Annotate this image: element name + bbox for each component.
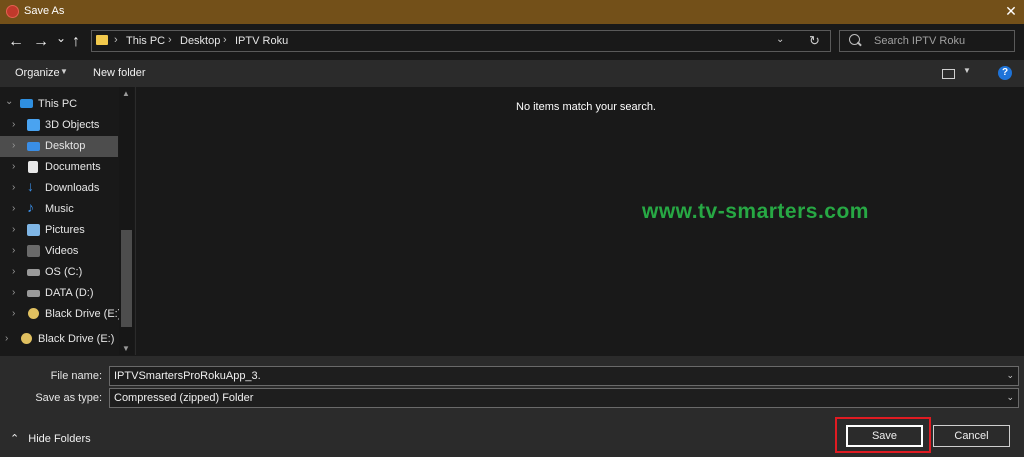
breadcrumb-separator: › [114,34,118,46]
tree-item-black-drive[interactable]: › Black Drive (E:) [0,304,122,325]
tree-item-documents[interactable]: › Documents [0,157,118,178]
document-icon [28,161,38,173]
tree-item-black-drive-root[interactable]: › Black Drive (E:) [0,329,118,350]
view-options-icon[interactable] [942,69,955,79]
tree-item-label: Videos [45,245,79,257]
tree-item-label: Black Drive (E:) [45,308,122,320]
folder-icon [96,35,108,45]
navigation-scrollbar[interactable]: ▲ ▼ [119,87,134,355]
new-folder-button[interactable]: New folder [93,67,146,79]
pictures-icon [27,224,40,236]
scrollbar-thumb[interactable] [121,230,132,327]
chevron-down-icon[interactable]: ⌄ [5,96,13,107]
tree-item-label: Music [45,203,74,215]
chevron-right-icon[interactable]: › [12,266,15,277]
hide-folders-label: Hide Folders [28,433,91,445]
search-input[interactable]: Search IPTV Roku [874,35,965,47]
empty-results-message: No items match your search. [516,101,656,113]
breadcrumb-iptv-roku[interactable]: IPTV Roku [235,35,288,47]
tree-item-pictures[interactable]: › Pictures [0,220,118,241]
app-icon [6,5,19,18]
cd-drive-icon [28,308,39,319]
desktop-icon [27,142,40,151]
tree-item-label: Downloads [45,182,100,194]
address-bar[interactable]: › This PC › Desktop › IPTV Roku ⌄ ↻ [91,30,831,52]
search-box[interactable]: Search IPTV Roku [839,30,1015,52]
cube-icon [27,119,40,131]
drive-icon [27,290,40,297]
window-title: Save As [24,5,65,17]
help-icon[interactable]: ? [998,66,1012,80]
tree-item-label: Pictures [45,224,85,236]
chevron-down-icon[interactable]: ⌄ [1006,392,1014,403]
file-name-value[interactable]: IPTVSmartersProRokuApp_3. [114,370,261,382]
chevron-right-icon[interactable]: › [12,119,15,130]
back-arrow-icon[interactable]: ← [8,34,24,50]
tree-item-label: DATA (D:) [45,287,94,299]
save-as-type-select[interactable]: Compressed (zipped) Folder ⌄ [109,388,1019,408]
chevron-right-icon[interactable]: › [12,140,15,151]
tree-item-data-d[interactable]: › DATA (D:) [0,283,118,304]
chevron-right-icon[interactable]: › [12,245,15,256]
file-name-field[interactable]: IPTVSmartersProRokuApp_3. ⌄ [109,366,1019,386]
music-icon: ♪ [27,199,34,215]
tree-item-label: 3D Objects [45,119,100,131]
file-list-pane[interactable]: No items match your search. www.tv-smart… [135,87,1024,355]
search-icon-handle [857,41,862,47]
watermark-text: www.tv-smarters.com [642,200,869,223]
tree-item-label: Documents [45,161,101,173]
tree-item-music[interactable]: › ♪ Music [0,199,118,220]
save-as-type-value[interactable]: Compressed (zipped) Folder [114,392,253,404]
breadcrumb-desktop[interactable]: Desktop [180,35,220,47]
tree-item-label: OS (C:) [45,266,83,278]
breadcrumb-this-pc[interactable]: This PC [126,35,165,47]
forward-arrow-icon[interactable]: → [33,34,49,50]
chevron-right-icon[interactable]: › [5,333,8,344]
breadcrumb-separator: › [168,34,172,46]
pc-icon [20,99,33,108]
chevron-down-icon[interactable]: ⌄ [1006,370,1014,381]
tree-item-desktop[interactable]: › Desktop [0,136,118,157]
hide-folders-button[interactable]: ⌃ Hide Folders [10,432,91,445]
chevron-down-icon[interactable]: ▼ [60,67,68,76]
command-toolbar: Organize ▼ New folder ▼ ? [0,60,1024,87]
chevron-right-icon[interactable]: › [12,287,15,298]
organize-button[interactable]: Organize [15,67,60,79]
cancel-button[interactable]: Cancel [933,425,1010,447]
chevron-up-icon: ⌃ [10,433,20,445]
file-name-label: File name: [50,370,102,382]
scroll-up-icon[interactable]: ▲ [122,89,130,98]
chevron-right-icon[interactable]: › [12,182,15,193]
tree-item-this-pc[interactable]: ⌄ This PC [0,94,118,115]
chevron-down-icon[interactable]: ▼ [963,66,971,75]
chevron-right-icon[interactable]: › [12,203,15,214]
navigation-pane: ⌄ This PC › 3D Objects › Desktop › Docum… [0,87,134,355]
chevron-right-icon[interactable]: › [12,161,15,172]
recent-locations-icon[interactable]: ⌄ [56,30,66,46]
tree-item-label: Black Drive (E:) [38,333,115,345]
tree-item-3d-objects[interactable]: › 3D Objects [0,115,118,136]
drive-icon [27,269,40,276]
scroll-down-icon[interactable]: ▼ [122,344,130,353]
tree-item-videos[interactable]: › Videos [0,241,118,262]
tree-item-os-c[interactable]: › OS (C:) [0,262,118,283]
title-bar: Save As ✕ [0,0,1024,24]
download-icon: ↓ [27,178,34,194]
chevron-down-icon[interactable]: ⌄ [776,34,784,45]
close-icon[interactable]: ✕ [1002,2,1020,20]
tree-item-downloads[interactable]: › ↓ Downloads [0,178,118,199]
chevron-right-icon[interactable]: › [12,224,15,235]
chevron-right-icon[interactable]: › [12,308,15,319]
tree-item-label: This PC [38,98,78,110]
save-button[interactable]: Save [846,425,923,447]
video-icon [27,245,40,257]
tree-item-label: Desktop [45,140,86,152]
cd-drive-icon [21,333,32,344]
refresh-icon[interactable]: ↻ [809,33,820,49]
up-arrow-icon[interactable]: ↑ [72,34,80,50]
save-as-type-label: Save as type: [35,392,102,404]
breadcrumb-separator: › [223,34,227,46]
